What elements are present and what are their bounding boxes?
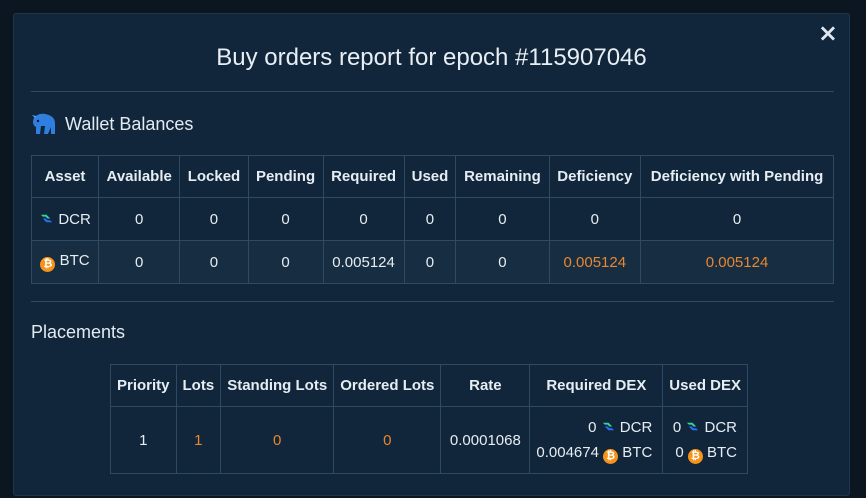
column-header: Asset xyxy=(31,155,99,198)
table-row: DCR 0 0 0 0 0 0 0 0 xyxy=(31,197,834,241)
placements-title: Placements xyxy=(31,322,126,342)
used-cell: 0 xyxy=(403,240,457,284)
amount: 0 xyxy=(675,444,684,461)
column-header: Lots xyxy=(175,364,222,407)
column-header: Used DEX xyxy=(662,364,748,407)
deficiency-cell: 0 xyxy=(548,197,642,241)
used-dex-cell: 0 DCR 0 ₿ BTC xyxy=(662,406,748,474)
table-row: ₿ BTC 0 0 0 0.005124 0 0 0.005124 0.0051… xyxy=(31,240,834,284)
dcr-icon xyxy=(602,422,614,431)
asset-name: DCR xyxy=(704,419,738,436)
asset-name: BTC xyxy=(707,444,737,461)
locked-cell: 0 xyxy=(179,240,249,284)
table-header-row: Priority Lots Standing Lots Ordered Lots… xyxy=(110,364,748,407)
required-cell: 0.005124 xyxy=(322,240,405,284)
dcr-icon xyxy=(687,422,699,431)
column-header: Deficiency with Pending xyxy=(640,155,834,198)
report-modal: × Buy orders report for epoch #115907046… xyxy=(13,13,850,496)
column-header: Pending xyxy=(247,155,324,198)
placements-table: Priority Lots Standing Lots Ordered Lots… xyxy=(110,364,748,474)
table-row: 1 1 0 0 0.0001068 0 DCR 0.004674 ₿ BTC 0… xyxy=(110,406,748,474)
divider xyxy=(31,91,834,92)
ordered-lots-cell: 0 xyxy=(333,406,442,474)
required-cell: 0 xyxy=(322,197,405,241)
lots-cell: 1 xyxy=(175,406,222,474)
column-header: Deficiency xyxy=(548,155,642,198)
column-header: Required xyxy=(322,155,405,198)
amount: 0 xyxy=(588,419,597,436)
deficiency-pending-cell: 0.005124 xyxy=(640,240,834,284)
priority-cell: 1 xyxy=(110,406,177,474)
asset-name: BTC xyxy=(59,252,90,269)
pending-cell: 0 xyxy=(247,240,324,284)
dcr-icon xyxy=(41,214,53,222)
placements-heading: Placements xyxy=(31,322,125,343)
available-cell: 0 xyxy=(97,197,181,241)
required-dex-line: 0.004674 ₿ BTC xyxy=(536,440,652,465)
pending-cell: 0 xyxy=(247,197,324,241)
remaining-cell: 0 xyxy=(455,197,550,241)
wallet-balances-title: Wallet Balances xyxy=(65,113,194,134)
column-header: Rate xyxy=(440,364,531,407)
column-header: Used xyxy=(403,155,457,198)
required-dex-cell: 0 DCR 0.004674 ₿ BTC xyxy=(529,406,664,474)
column-header: Priority xyxy=(110,364,177,407)
btc-icon: ₿ xyxy=(603,449,619,464)
column-header: Required DEX xyxy=(529,364,664,407)
locked-cell: 0 xyxy=(179,197,249,241)
deficiency-cell: 0.005124 xyxy=(548,240,642,284)
table-header-row: Asset Available Locked Pending Required … xyxy=(31,155,834,198)
column-header: Locked xyxy=(179,155,249,198)
asset-cell: DCR xyxy=(31,197,99,241)
wallet-balances-heading: Wallet Balances xyxy=(31,112,193,136)
dex-bull-logo-icon xyxy=(32,113,55,134)
asset-name: DCR xyxy=(619,419,653,436)
column-header: Ordered Lots xyxy=(333,364,442,407)
required-dex-line: 0 DCR xyxy=(536,415,652,440)
used-dex-line: 0 ₿ BTC xyxy=(669,440,737,465)
btc-icon: ₿ xyxy=(40,257,56,272)
used-cell: 0 xyxy=(403,197,457,241)
column-header: Standing Lots xyxy=(220,364,335,407)
column-header: Available xyxy=(97,155,181,198)
modal-title: Buy orders report for epoch #115907046 xyxy=(216,44,647,71)
amount: 0.004674 xyxy=(536,444,599,461)
available-cell: 0 xyxy=(97,240,181,284)
asset-name: BTC xyxy=(622,444,653,461)
deficiency-pending-cell: 0 xyxy=(640,197,834,241)
standing-lots-cell: 0 xyxy=(220,406,335,474)
asset-cell: ₿ BTC xyxy=(31,240,99,284)
asset-name: DCR xyxy=(58,210,91,228)
used-dex-line: 0 DCR xyxy=(669,415,737,440)
close-icon[interactable]: × xyxy=(818,20,838,46)
wallet-balances-table: Asset Available Locked Pending Required … xyxy=(31,155,834,284)
remaining-cell: 0 xyxy=(455,240,550,284)
amount: 0 xyxy=(672,419,682,436)
btc-icon: ₿ xyxy=(687,449,703,464)
rate-cell: 0.0001068 xyxy=(440,406,531,474)
column-header: Remaining xyxy=(455,155,550,198)
divider xyxy=(31,301,834,302)
